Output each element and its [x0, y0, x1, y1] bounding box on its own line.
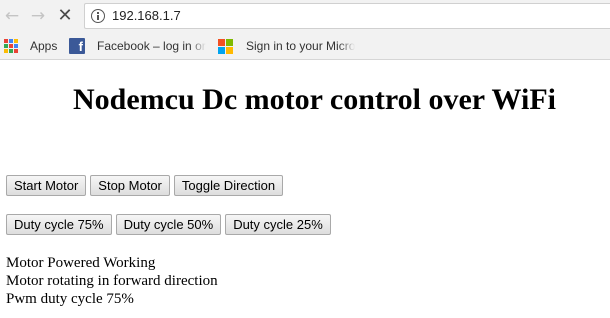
bookmark-apps[interactable]: Apps: [4, 37, 57, 55]
duty-cycle-75-button[interactable]: Duty cycle 75%: [6, 214, 112, 235]
site-info-icon[interactable]: [91, 9, 105, 23]
start-motor-button[interactable]: Start Motor: [6, 175, 87, 196]
bookmark-microsoft-label: Sign in to your Micro: [246, 39, 356, 53]
browser-toolbar: ← → ✕ 192.168.1.7: [0, 0, 610, 32]
motor-status: Motor Powered Working Motor rotating in …: [6, 254, 218, 308]
bookmark-facebook-label: Facebook – log in or: [97, 39, 206, 53]
back-arrow-icon[interactable]: ←: [2, 6, 22, 26]
stop-motor-button[interactable]: Stop Motor: [90, 175, 170, 196]
forward-arrow-icon[interactable]: →: [28, 6, 48, 26]
status-line-power: Motor Powered Working: [6, 255, 156, 271]
duty-cycle-25-button[interactable]: Duty cycle 25%: [225, 214, 331, 235]
bookmark-facebook[interactable]: f Facebook – log in or: [69, 37, 209, 55]
stop-loading-icon[interactable]: ✕: [55, 6, 75, 26]
address-bar-url[interactable]: 192.168.1.7: [112, 8, 181, 23]
address-bar[interactable]: 192.168.1.7: [84, 3, 610, 29]
toggle-direction-button[interactable]: Toggle Direction: [173, 175, 284, 196]
apps-grid-icon: [4, 39, 18, 53]
microsoft-icon: [218, 38, 233, 54]
bookmark-apps-label: Apps: [30, 39, 58, 53]
bookmarks-bar: Apps f Facebook – log in or Sign in to y…: [0, 32, 610, 60]
status-line-direction: Motor rotating in forward direction: [6, 273, 218, 289]
page-title: Nodemcu Dc motor control over WiFi: [73, 83, 556, 116]
facebook-icon: f: [69, 38, 85, 54]
duty-cycle-50-button[interactable]: Duty cycle 50%: [115, 214, 222, 235]
status-line-duty-cycle: Pwm duty cycle 75%: [6, 291, 134, 307]
duty-cycle-buttons: Duty cycle 75% Duty cycle 50% Duty cycle…: [6, 214, 331, 235]
motor-control-buttons: Start Motor Stop Motor Toggle Direction: [6, 175, 284, 196]
bookmark-microsoft[interactable]: Sign in to your Micro: [218, 37, 360, 55]
